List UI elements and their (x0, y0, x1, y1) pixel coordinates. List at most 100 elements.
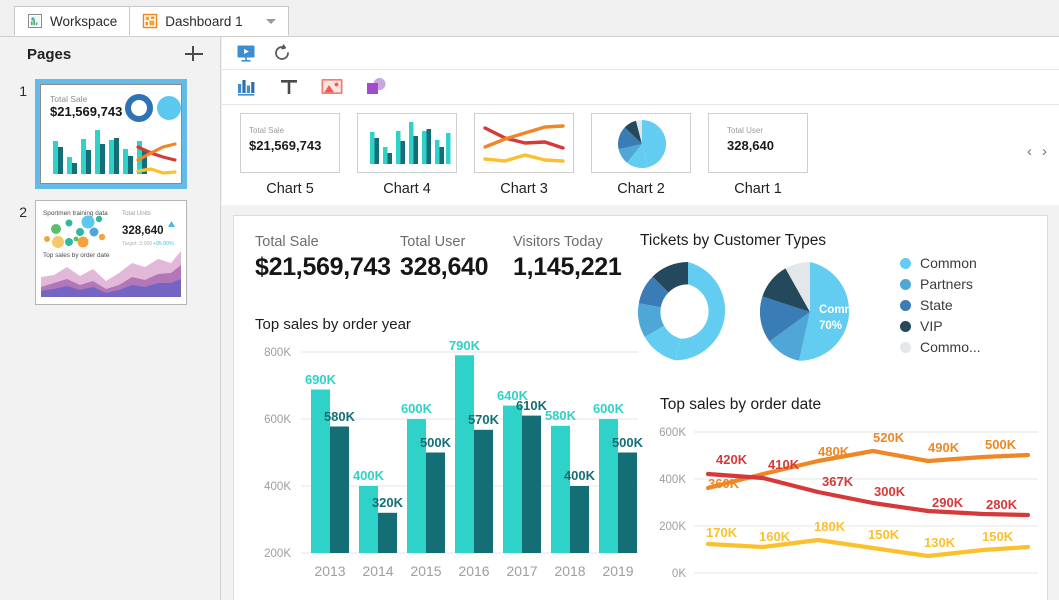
bar-chart: 800K 600K 400K 200K 690K 580K 2013 400K … (264, 338, 644, 579)
svg-text:2018: 2018 (554, 563, 585, 579)
chart-icon (28, 14, 42, 28)
svg-text:320K: 320K (372, 495, 404, 510)
strip-label: Chart 3 (500, 181, 548, 197)
kpi-visitors-today: Visitors Today 1,145,221 (513, 234, 643, 282)
svg-text:480K: 480K (818, 444, 850, 459)
page2-preview: Sportmen training data Total Units 328,6… (36, 201, 186, 304)
svg-text:600K: 600K (659, 427, 686, 439)
svg-text:600K: 600K (264, 414, 291, 426)
text-icon[interactable] (278, 76, 300, 98)
shape-icon[interactable] (364, 76, 388, 98)
svg-text:580K: 580K (324, 409, 356, 424)
kpi-label: Total Sale (255, 234, 319, 250)
svg-text:2015: 2015 (410, 563, 441, 579)
legend-item[interactable]: Partners (900, 274, 981, 294)
legend-label: Partners (920, 276, 973, 292)
toolbar-primary (222, 37, 1059, 70)
svg-text:520K: 520K (873, 430, 905, 445)
tab-label: Workspace (50, 13, 118, 29)
svg-text:200K: 200K (264, 548, 291, 560)
legend-dot-icon (900, 299, 911, 311)
line-chart: 600K 400K 200K 0K 420K 410K 367K 300K 29… (659, 427, 1038, 580)
pie-charts: Common 70% (638, 261, 869, 361)
strip-item-chart-2[interactable]: Chart 2 (587, 113, 695, 197)
tab-bar: Workspace Dashboard 1 (0, 0, 1059, 37)
image-icon[interactable] (320, 76, 344, 98)
kpi-total-user: Total User 328,640 (400, 234, 513, 282)
strip-item-chart-3[interactable]: Chart 3 (470, 113, 578, 197)
pages-header: Pages (0, 37, 221, 71)
svg-text:2017: 2017 (506, 563, 537, 579)
svg-text:360K: 360K (708, 476, 740, 491)
svg-text:Target: 3,000: Target: 3,000 (122, 241, 152, 247)
page-thumbnail-2[interactable]: Sportmen training data Total Units 328,6… (35, 200, 187, 305)
legend-dot-icon (900, 257, 911, 269)
svg-text:400K: 400K (264, 481, 291, 493)
refresh-icon[interactable] (272, 43, 292, 63)
svg-text:570K: 570K (468, 412, 500, 427)
svg-text:Total Sale: Total Sale (50, 94, 88, 104)
tab-workspace[interactable]: Workspace (14, 6, 131, 36)
svg-text:2019: 2019 (602, 563, 633, 579)
legend-item[interactable]: State (900, 295, 981, 315)
kpi-value: 1,145,221 (513, 253, 622, 281)
page-item-2[interactable]: 2 Sportmen training data Total Units 328… (5, 200, 187, 305)
svg-text:0K: 0K (672, 568, 686, 580)
add-page-button[interactable] (183, 43, 205, 65)
page-thumbnail-1[interactable]: Total Sale $21,569,743 (35, 79, 187, 189)
strip-prev-button[interactable]: ‹ (1027, 143, 1032, 160)
pages-title: Pages (27, 45, 72, 63)
strip-item-chart-5[interactable]: Total Sale $21,569,743 Chart 5 (236, 113, 344, 197)
strip-label: Chart 2 (617, 181, 665, 197)
strip-thumb-bar (357, 113, 457, 173)
legend-item[interactable]: VIP (900, 316, 981, 336)
svg-text:+95.00%: +95.00% (153, 241, 174, 247)
svg-text:600K: 600K (593, 401, 625, 416)
pie-preview (618, 119, 667, 169)
legend-label: VIP (920, 318, 943, 334)
kpi-label: Total User (400, 234, 466, 250)
chart-strip: Total Sale $21,569,743 Chart 5 Chart 4 C… (222, 105, 1059, 205)
page1-preview: Total Sale $21,569,743 (50, 94, 181, 175)
page-item-1[interactable]: 1 Total Sale $21,569,743 (5, 79, 187, 189)
svg-text:800K: 800K (264, 347, 291, 359)
svg-text:300K: 300K (874, 484, 906, 499)
strip-kpi-label: Total Sale (249, 126, 285, 135)
strip-next-button[interactable]: › (1042, 143, 1047, 160)
strip-nav: ‹ › (1027, 143, 1047, 160)
strip-kpi-value: 328,640 (727, 138, 774, 153)
svg-text:Total Units: Total Units (122, 210, 151, 217)
chevron-down-icon[interactable] (265, 18, 276, 24)
kpi-value: $21,569,743 (255, 253, 391, 281)
svg-text:280K: 280K (986, 497, 1018, 512)
svg-text:170K: 170K (706, 525, 738, 540)
pie-legend: Common Partners State VIP Commo... (900, 253, 981, 358)
legend-dot-icon (900, 320, 911, 332)
svg-text:$21,569,743: $21,569,743 (50, 104, 122, 119)
svg-text:160K: 160K (759, 529, 791, 544)
dashboard-canvas[interactable]: Total Sale $21,569,743 Total User 328,64… (233, 215, 1048, 600)
legend-label: State (920, 297, 953, 313)
line-preview (483, 124, 565, 163)
svg-text:790K: 790K (449, 338, 481, 353)
svg-text:150K: 150K (868, 527, 900, 542)
tab-dashboard-1[interactable]: Dashboard 1 (129, 6, 289, 36)
page-number: 1 (19, 83, 27, 99)
strip-item-chart-4[interactable]: Chart 4 (353, 113, 461, 197)
kpi-total-sale: Total Sale $21,569,743 (255, 234, 400, 282)
kpi-label: Visitors Today (513, 234, 603, 250)
tab-label: Dashboard 1 (165, 13, 243, 29)
legend-label: Commo... (920, 339, 981, 355)
strip-item-chart-1[interactable]: Total User 328,640 Chart 1 (704, 113, 812, 197)
app-window: Workspace Dashboard 1 Pages 1 Total Sale… (0, 0, 1059, 600)
strip-label: Chart 4 (383, 181, 431, 197)
line-chart-title: Top sales by order date (660, 396, 822, 413)
present-icon[interactable] (236, 43, 256, 63)
svg-text:367K: 367K (822, 474, 854, 489)
kpi-row: Total Sale $21,569,743 Total User 328,64… (255, 234, 643, 282)
chart-icon[interactable] (236, 76, 258, 98)
svg-text:2016: 2016 (458, 563, 489, 579)
legend-item[interactable]: Commo... (900, 337, 981, 357)
legend-item[interactable]: Common (900, 253, 981, 273)
svg-text:200K: 200K (659, 521, 686, 533)
